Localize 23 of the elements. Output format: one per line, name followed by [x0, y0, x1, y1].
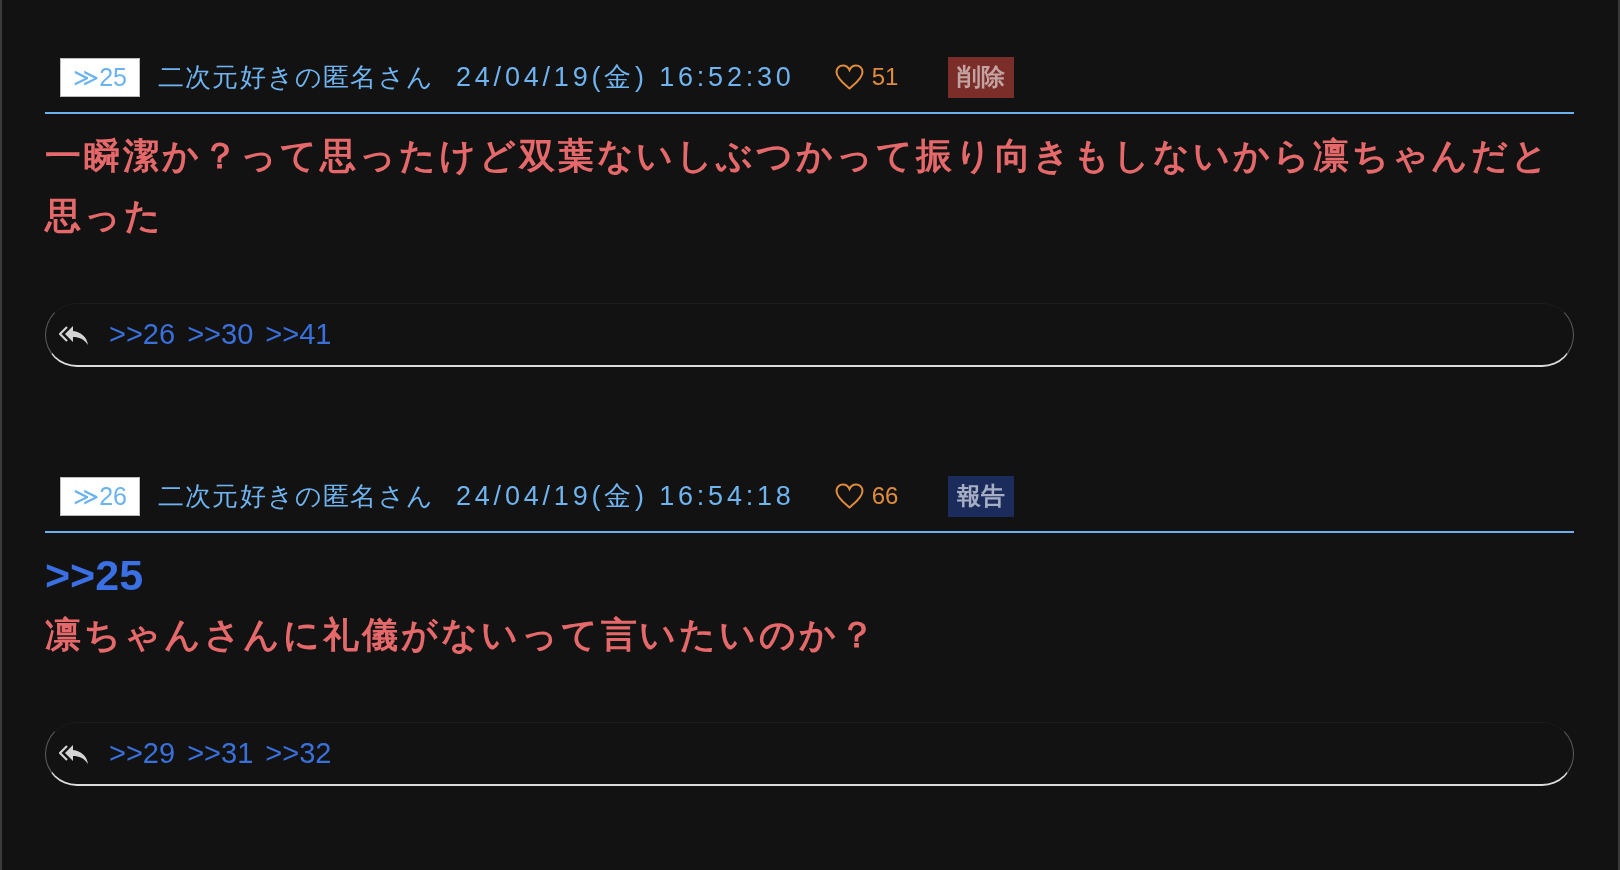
heart-icon[interactable] — [834, 64, 864, 90]
reply-link[interactable]: >>31 — [187, 737, 254, 770]
report-button[interactable]: 報告 — [948, 475, 1015, 517]
heart-icon[interactable] — [834, 483, 864, 509]
reply-link[interactable]: >>32 — [265, 737, 332, 770]
reply-all-icon — [59, 323, 89, 346]
reply-link[interactable]: >>30 — [187, 318, 254, 351]
post-text: 一瞬潔か？って思ったけど双葉ないしぶつかって振り向きもしないから凛ちゃんだと思った — [45, 134, 1553, 238]
post-date: 24/04/19(金) 16:54:18 — [456, 480, 795, 513]
post-date: 24/04/19(金) 16:52:30 — [456, 61, 795, 94]
like-count: 51 — [871, 63, 899, 91]
reply-link[interactable]: >>41 — [265, 318, 332, 351]
reply-all-icon — [59, 742, 89, 765]
post-text: 凛ちゃんさんに礼儀がないって言いたいのか？ — [45, 613, 879, 657]
reply-link[interactable]: >>26 — [109, 318, 176, 351]
post-number-link[interactable]: ≫25 — [60, 57, 140, 97]
delete-button[interactable]: 削除 — [948, 56, 1015, 98]
like-count: 66 — [871, 482, 899, 510]
post-number-link[interactable]: ≫26 — [60, 476, 140, 516]
reply-link[interactable]: >>29 — [109, 737, 176, 770]
author-name: 二次元好きの匿名さん — [158, 479, 434, 513]
quote-link[interactable]: >>25 — [45, 545, 144, 605]
author-name: 二次元好きの匿名さん — [158, 60, 434, 94]
